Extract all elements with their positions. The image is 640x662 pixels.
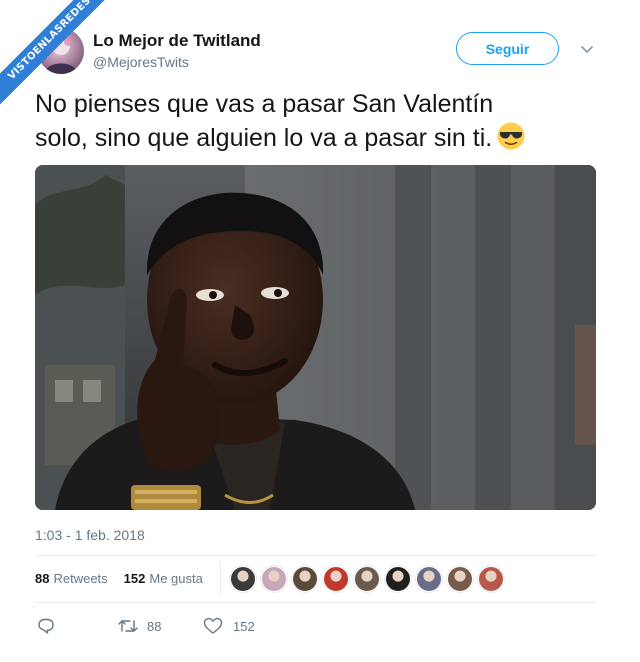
liker-avatar[interactable] [478,566,504,592]
liker-avatar[interactable] [261,566,287,592]
liker-avatar[interactable] [230,566,256,592]
like-button[interactable]: 152 [203,617,255,635]
likes-label: Me gusta [149,571,203,586]
liker-avatar[interactable] [323,566,349,592]
retweet-count: 88 [147,618,162,634]
tweet-text-line-1: No pienses que vas a pasar San Valentín [35,90,494,118]
retweet-button[interactable]: 88 [117,617,203,635]
tweet-photo[interactable] [35,165,596,510]
tweet-timestamp[interactable]: 1:03 - 1 feb. 2018 [35,527,145,543]
tweet-text-line-2: solo, sino que alguien lo va a pasar sin… [35,121,605,155]
like-count: 152 [233,618,255,634]
retweets-stat[interactable]: 88 Retweets [35,571,108,586]
retweets-label: Retweets [53,571,108,586]
liker-avatar[interactable] [447,566,473,592]
tweet-actions: 88 152 [37,615,255,637]
stats-separator [220,562,221,594]
tweet-text-line-2-text: solo, sino que alguien lo va a pasar sin… [35,124,493,152]
liker-avatar[interactable] [354,566,380,592]
follow-button[interactable]: Seguir [456,32,559,65]
divider [35,555,596,556]
sunglasses-emoji-icon [496,121,526,151]
liker-avatar[interactable] [416,566,442,592]
divider [35,602,596,603]
liker-avatars [230,566,504,592]
chevron-down-icon[interactable] [578,40,596,58]
liker-avatar[interactable] [385,566,411,592]
engagement-stats: 88 Retweets 152 Me gusta [35,571,203,586]
watermark-ribbon: VISTOENLASREDES [0,0,120,120]
likes-count: 152 [123,571,146,586]
reply-icon [37,617,55,635]
heart-icon [203,617,223,635]
retweet-icon [117,617,139,635]
watermark-text: VISTOENLASREDES [0,0,120,111]
liker-avatar[interactable] [292,566,318,592]
tweet-text: No pienses que vas a pasar San Valentín … [35,88,605,155]
retweets-count: 88 [35,571,50,586]
reply-button[interactable] [37,617,117,635]
likes-stat[interactable]: 152 Me gusta [124,571,203,586]
